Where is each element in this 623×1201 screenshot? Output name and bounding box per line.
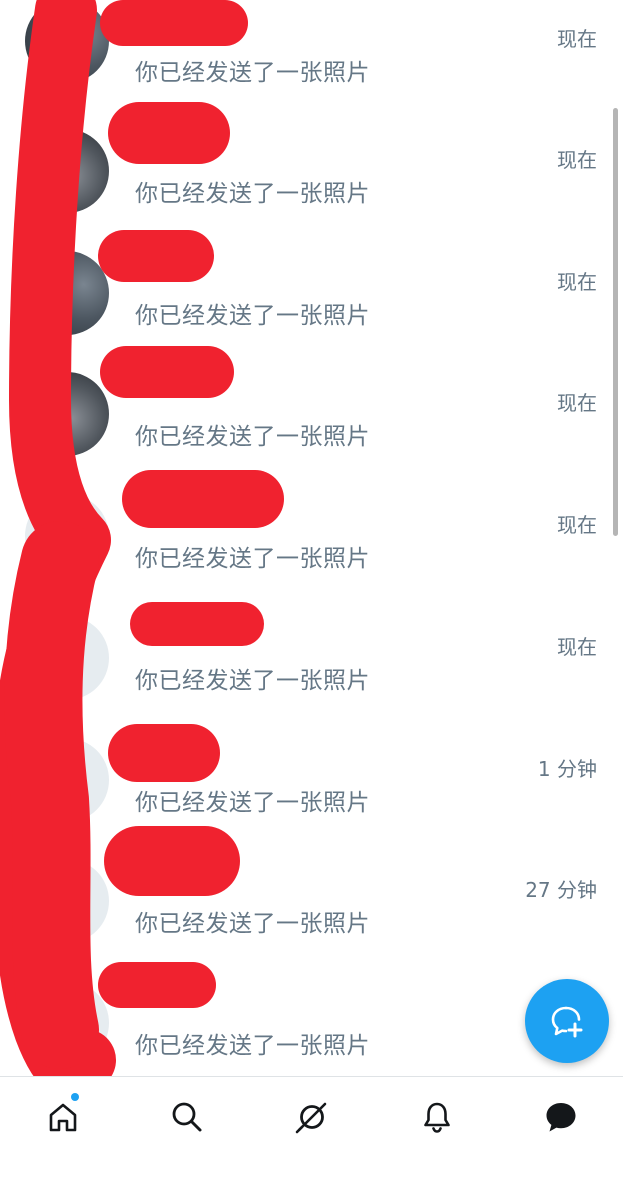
tab-spaces[interactable]	[290, 1095, 334, 1139]
spaces-icon	[295, 1102, 327, 1134]
message-time: 1 分钟	[537, 757, 597, 781]
avatar	[25, 251, 109, 335]
conversation-row[interactable]: 你已经发送了一张照片 现在	[0, 0, 623, 116]
message-preview: 你已经发送了一张照片	[135, 911, 370, 937]
redaction-mark	[108, 724, 220, 782]
conversation-row[interactable]: 你已经发送了一张照片 现在	[0, 359, 623, 480]
conversation-row[interactable]: 你已经发送了一张照片 现在	[0, 116, 623, 237]
new-message-button[interactable]	[525, 979, 609, 1063]
conversation-row[interactable]: 你已经发送了一张照片 现在	[0, 238, 623, 359]
avatar	[25, 738, 109, 822]
message-preview: 你已经发送了一张照片	[135, 424, 370, 450]
message-preview: 你已经发送了一张照片	[135, 546, 370, 572]
conversation-list[interactable]: 你已经发送了一张照片 现在 你已经发送了一张照片 现在 你已经发送了一张照片 现…	[0, 0, 623, 1076]
home-icon	[49, 1103, 77, 1132]
avatar	[25, 616, 109, 700]
redaction-mark	[104, 826, 240, 896]
redaction-mark	[100, 0, 248, 46]
redaction-mark	[130, 602, 264, 646]
redaction-mark	[98, 962, 216, 1008]
redaction-mark	[122, 470, 284, 528]
search-icon	[172, 1102, 202, 1132]
message-time: 现在	[557, 270, 597, 294]
avatar	[25, 129, 109, 213]
message-time: 27 分钟	[525, 878, 597, 902]
message-time: 现在	[557, 513, 597, 537]
message-preview: 你已经发送了一张照片	[135, 303, 370, 329]
bell-icon	[424, 1102, 450, 1133]
avatar	[25, 494, 109, 578]
new-message-icon	[551, 1006, 583, 1038]
message-preview: 你已经发送了一张照片	[135, 181, 370, 207]
message-time: 现在	[557, 27, 597, 51]
bottom-tab-bar	[0, 1076, 623, 1201]
message-preview: 你已经发送了一张照片	[135, 60, 370, 86]
message-preview: 你已经发送了一张照片	[135, 668, 370, 694]
avatar	[25, 0, 109, 83]
avatar	[25, 372, 109, 456]
tab-messages[interactable]	[539, 1095, 583, 1139]
tab-home[interactable]	[41, 1093, 85, 1139]
redaction-mark	[100, 346, 234, 398]
message-preview: 你已经发送了一张照片	[135, 1033, 370, 1059]
message-time: 现在	[557, 635, 597, 659]
redaction-mark	[98, 230, 214, 282]
message-time: 现在	[557, 148, 597, 172]
message-preview: 你已经发送了一张照片	[135, 790, 370, 816]
conversation-row[interactable]: 你已经发送了一张照片 27 分钟	[0, 846, 623, 967]
conversation-row[interactable]: 你已经发送了一张照片 1 分钟	[0, 725, 623, 846]
avatar	[25, 859, 109, 943]
tab-search[interactable]	[165, 1095, 209, 1139]
message-time: 现在	[557, 391, 597, 415]
tab-notifications[interactable]	[415, 1095, 459, 1139]
scrollbar[interactable]	[613, 108, 618, 536]
conversation-row[interactable]: 你已经发送了一张照片 现在	[0, 481, 623, 602]
conversation-row[interactable]: 你已经发送了一张照片 现在	[0, 603, 623, 724]
redaction-mark	[108, 102, 230, 164]
avatar	[25, 981, 109, 1065]
notification-dot	[71, 1093, 79, 1101]
messages-icon	[546, 1103, 576, 1132]
